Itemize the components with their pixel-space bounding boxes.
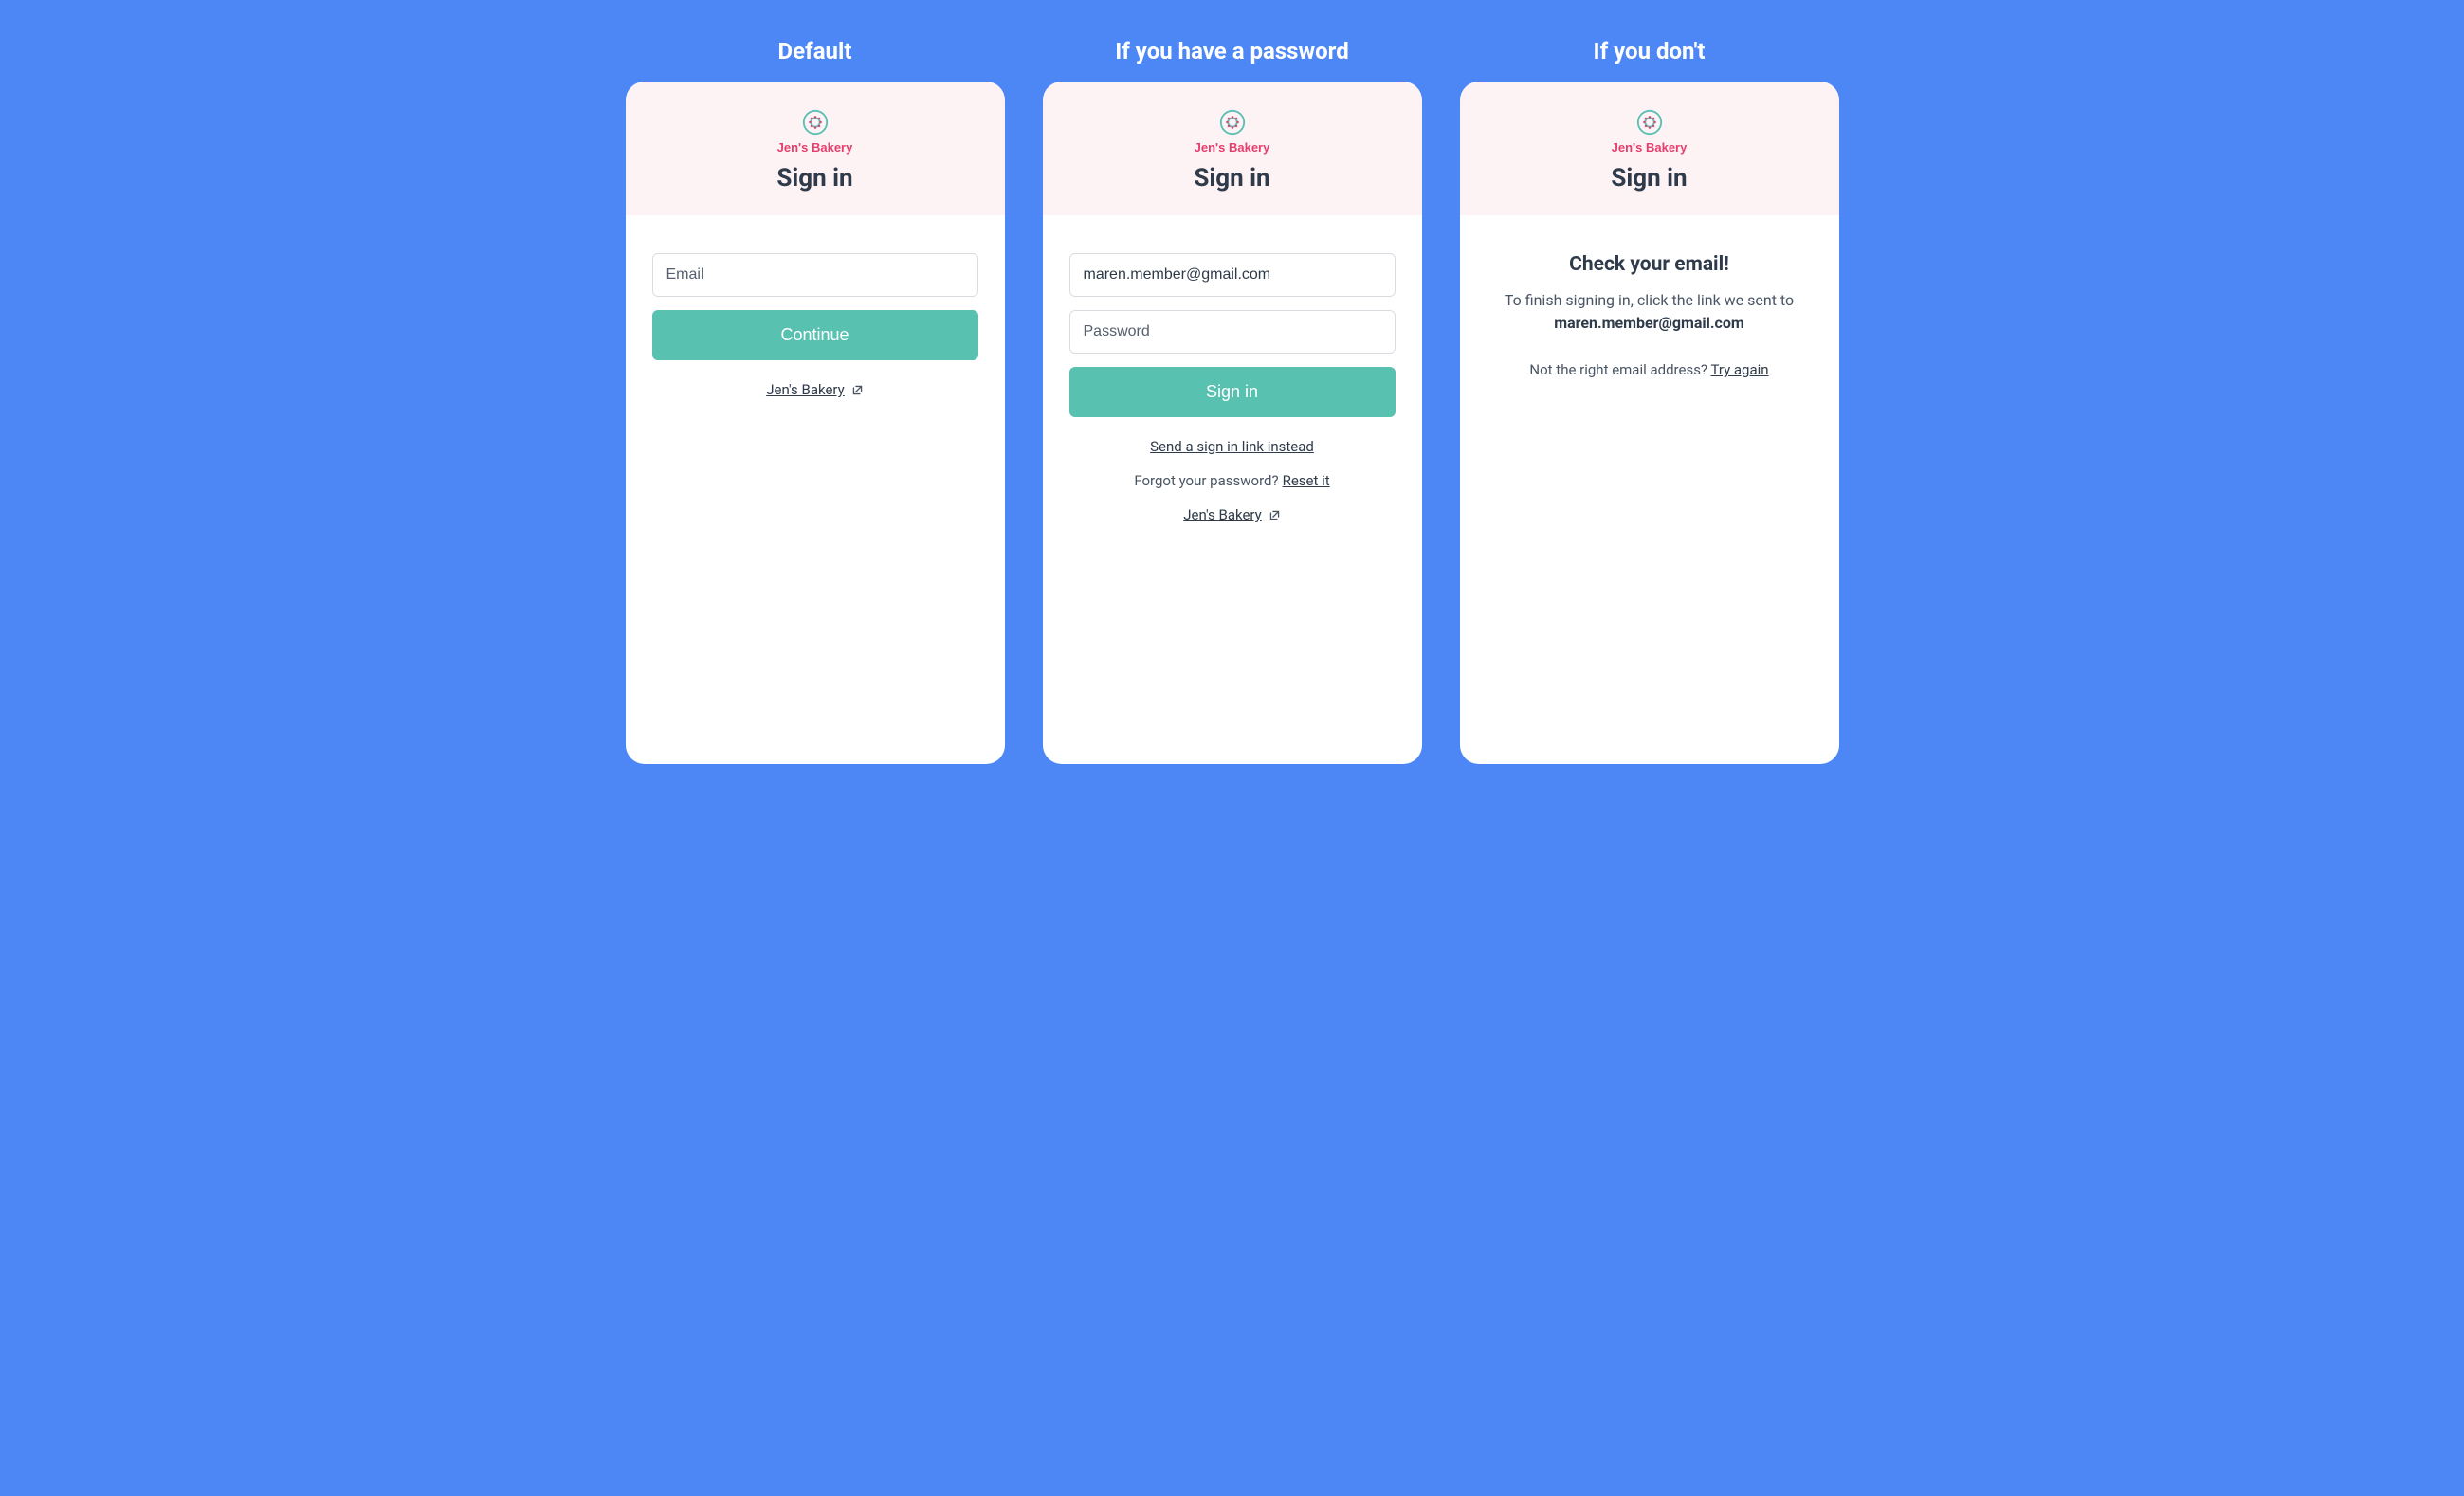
donut-icon — [1218, 108, 1247, 137]
site-link-row: Jen's Bakery — [766, 381, 863, 398]
card-header: Jen's Bakery Sign in — [1460, 82, 1839, 215]
card-heading: Sign in — [1062, 164, 1403, 192]
msg-email: maren.member@gmail.com — [1554, 314, 1743, 332]
try-again-link[interactable]: Try again — [1710, 361, 1768, 378]
card-header: Jen's Bakery Sign in — [1043, 82, 1422, 215]
external-link-icon — [1269, 509, 1281, 521]
try-again-row: Not the right email address? Try again — [1529, 361, 1768, 378]
site-link-row: Jen's Bakery — [1183, 506, 1280, 523]
check-email-text: To finish signing in, click the link we … — [1487, 289, 1813, 335]
password-input[interactable] — [1069, 310, 1396, 354]
signin-button[interactable]: Sign in — [1069, 367, 1396, 417]
card-body: Check your email! To finish signing in, … — [1460, 215, 1839, 397]
try-prefix: Not the right email address? — [1529, 361, 1710, 378]
donut-icon — [801, 108, 830, 137]
msg-prefix: To finish signing in, click the link we … — [1505, 291, 1794, 309]
site-link[interactable]: Jen's Bakery — [766, 381, 844, 398]
site-link[interactable]: Jen's Bakery — [1183, 506, 1261, 523]
column-has-password: If you have a password — [1043, 38, 1422, 764]
alt-signin-row: Send a sign in link instead — [1150, 438, 1314, 455]
column-title: If you have a password — [1115, 38, 1349, 64]
external-link-icon — [851, 384, 864, 396]
signin-card-password: Jen's Bakery Sign in Sign in Send a sign… — [1043, 82, 1422, 764]
logo: Jen's Bakery — [1479, 108, 1820, 155]
logo-text: Jen's Bakery — [1612, 140, 1688, 155]
logo: Jen's Bakery — [645, 108, 986, 155]
column-title: If you don't — [1594, 38, 1706, 64]
forgot-row: Forgot your password? Reset it — [1134, 472, 1329, 489]
check-email-heading: Check your email! — [1569, 253, 1729, 276]
logo-text: Jen's Bakery — [1195, 140, 1270, 155]
card-body: Sign in Send a sign in link instead Forg… — [1043, 215, 1422, 559]
logo-text: Jen's Bakery — [777, 140, 853, 155]
card-header: Jen's Bakery Sign in — [626, 82, 1005, 215]
column-no-password: If you don't Jen' — [1460, 38, 1839, 764]
signin-card-checkemail: Jen's Bakery Sign in Check your email! T… — [1460, 82, 1839, 764]
card-heading: Sign in — [1479, 164, 1820, 192]
card-heading: Sign in — [645, 164, 986, 192]
logo: Jen's Bakery — [1062, 108, 1403, 155]
email-input[interactable] — [652, 253, 978, 297]
continue-button[interactable]: Continue — [652, 310, 978, 360]
email-input[interactable] — [1069, 253, 1396, 297]
column-title: Default — [778, 38, 852, 64]
column-default: Default Jen's Bak — [626, 38, 1005, 764]
donut-icon — [1635, 108, 1664, 137]
card-body: Continue Jen's Bakery — [626, 215, 1005, 434]
signin-card-default: Jen's Bakery Sign in Continue Jen's Bake… — [626, 82, 1005, 764]
send-link-instead[interactable]: Send a sign in link instead — [1150, 438, 1314, 455]
reset-link[interactable]: Reset it — [1283, 472, 1330, 489]
forgot-prefix: Forgot your password? — [1134, 472, 1278, 489]
